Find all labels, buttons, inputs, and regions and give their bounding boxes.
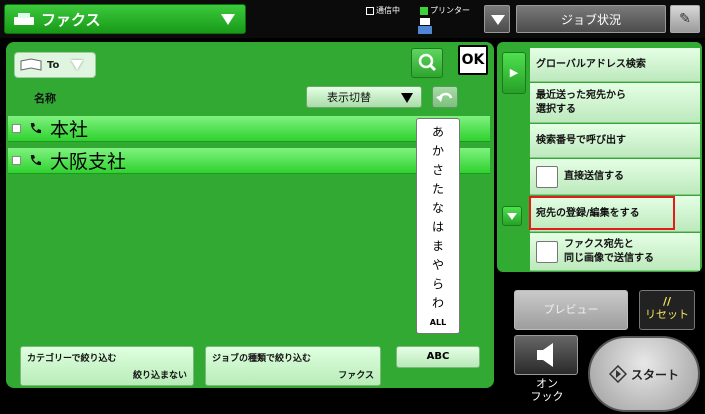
onhook-label: オン フック <box>530 377 564 403</box>
mode-label: ファクス <box>41 10 101 29</box>
view-toggle-label: 表示切替 <box>327 91 371 104</box>
abc-index-button[interactable]: ABC <box>396 346 480 368</box>
to-label: To <box>47 59 60 71</box>
kana-index-item[interactable]: ま <box>432 237 444 256</box>
kana-index-item[interactable]: あ <box>432 123 444 142</box>
document-queue-icon <box>418 18 432 34</box>
job-type-filter-button[interactable]: ジョブの種類で絞り込む ファクス <box>205 346 381 386</box>
onhook-button[interactable] <box>514 335 578 375</box>
menu-item-label: 最近送った宛先から 選択する <box>536 89 626 115</box>
menu-item-label: 直接送信する <box>564 170 624 182</box>
reset-label: リセット <box>645 308 689 321</box>
contact-name: 本社 <box>50 119 89 141</box>
status-printer: プリンター <box>430 6 470 15</box>
help-button[interactable]: ✎ <box>670 5 700 33</box>
category-filter-button[interactable]: カテゴリーで絞り込む 絞り込まない <box>20 346 194 386</box>
kana-index-item[interactable]: な <box>432 199 444 218</box>
chevron-down-icon <box>71 60 84 70</box>
kana-index-item[interactable]: か <box>432 142 444 161</box>
phone-icon <box>30 123 41 134</box>
row-checkbox[interactable] <box>12 124 21 133</box>
fax-same-image-item[interactable]: ファクス宛先と 同じ画像で送信する <box>530 233 700 271</box>
menu-item-label: グローバルアドレス検索 <box>536 58 646 70</box>
start-button[interactable]: スタート <box>588 336 700 412</box>
kana-index-item[interactable]: ら <box>432 275 444 294</box>
kana-index-all[interactable]: ALL <box>430 313 446 332</box>
ok-button[interactable]: OK <box>458 45 488 75</box>
to-selector[interactable]: To <box>14 52 96 78</box>
mode-selector[interactable]: ファクス <box>4 4 246 34</box>
kana-index-item[interactable]: わ <box>432 294 444 313</box>
global-address-search-item[interactable]: グローバルアドレス検索 <box>530 48 700 82</box>
row-checkbox[interactable] <box>12 156 21 165</box>
kana-index-item[interactable]: は <box>432 218 444 237</box>
menu-item-label: ファクス宛先と 同じ画像で送信する <box>564 238 654 264</box>
selection-highlight <box>529 196 675 230</box>
view-toggle-select[interactable]: 表示切替 <box>306 86 422 108</box>
menu-item-label: 検索番号で呼び出す <box>536 134 626 146</box>
kana-index: あ か さ た な は ま や ら わ ALL <box>416 118 460 334</box>
help-icon: ✎ <box>679 11 691 27</box>
status-area: 通信中 プリンター <box>366 3 480 37</box>
column-header-name: 名称 <box>34 92 56 105</box>
filter-title: カテゴリーで絞り込む <box>27 354 117 364</box>
chevron-down-icon <box>221 14 235 25</box>
recent-destinations-item[interactable]: 最近送った宛先から 選択する <box>530 83 700 123</box>
search-number-item[interactable]: 検索番号で呼び出す <box>530 124 700 158</box>
direct-send-item[interactable]: 直接送信する <box>530 159 700 195</box>
side-menu-scroll-button[interactable] <box>502 206 522 226</box>
start-label: スタート <box>630 367 679 382</box>
side-menu-collapse-button[interactable]: ▶ <box>502 52 526 94</box>
checkbox[interactable] <box>536 165 558 188</box>
contact-name: 大阪支社 <box>50 151 127 173</box>
phone-icon <box>30 155 41 166</box>
search-button[interactable] <box>411 48 443 78</box>
speaker-icon <box>537 343 553 367</box>
status-comm: 通信中 <box>376 6 400 15</box>
checkbox[interactable] <box>536 240 558 263</box>
search-icon <box>418 53 437 72</box>
reset-icon: // <box>662 295 672 308</box>
address-book-icon <box>20 58 42 71</box>
kana-index-item[interactable]: さ <box>432 161 444 180</box>
kana-index-item[interactable]: た <box>432 180 444 199</box>
preview-button[interactable]: プレビュー <box>514 290 628 330</box>
job-status-button[interactable]: ジョブ状況 <box>516 5 666 33</box>
undo-arrow-icon <box>436 92 453 102</box>
filter-title: ジョブの種類で絞り込む <box>212 354 312 364</box>
comm-indicator-icon <box>366 6 374 15</box>
chevron-down-icon <box>401 93 413 103</box>
fax-machine-icon <box>14 13 34 25</box>
filter-value: 絞り込まない <box>132 371 187 381</box>
status-dropdown-button[interactable] <box>484 5 510 33</box>
chevron-right-icon: ▶ <box>509 66 519 79</box>
filter-value: ファクス <box>338 371 374 381</box>
start-diamond-icon <box>608 365 627 383</box>
reset-button[interactable]: // リセット <box>639 290 695 330</box>
undo-button[interactable] <box>432 86 458 108</box>
kana-index-item[interactable]: や <box>432 256 444 275</box>
printer-indicator-icon <box>420 6 428 15</box>
